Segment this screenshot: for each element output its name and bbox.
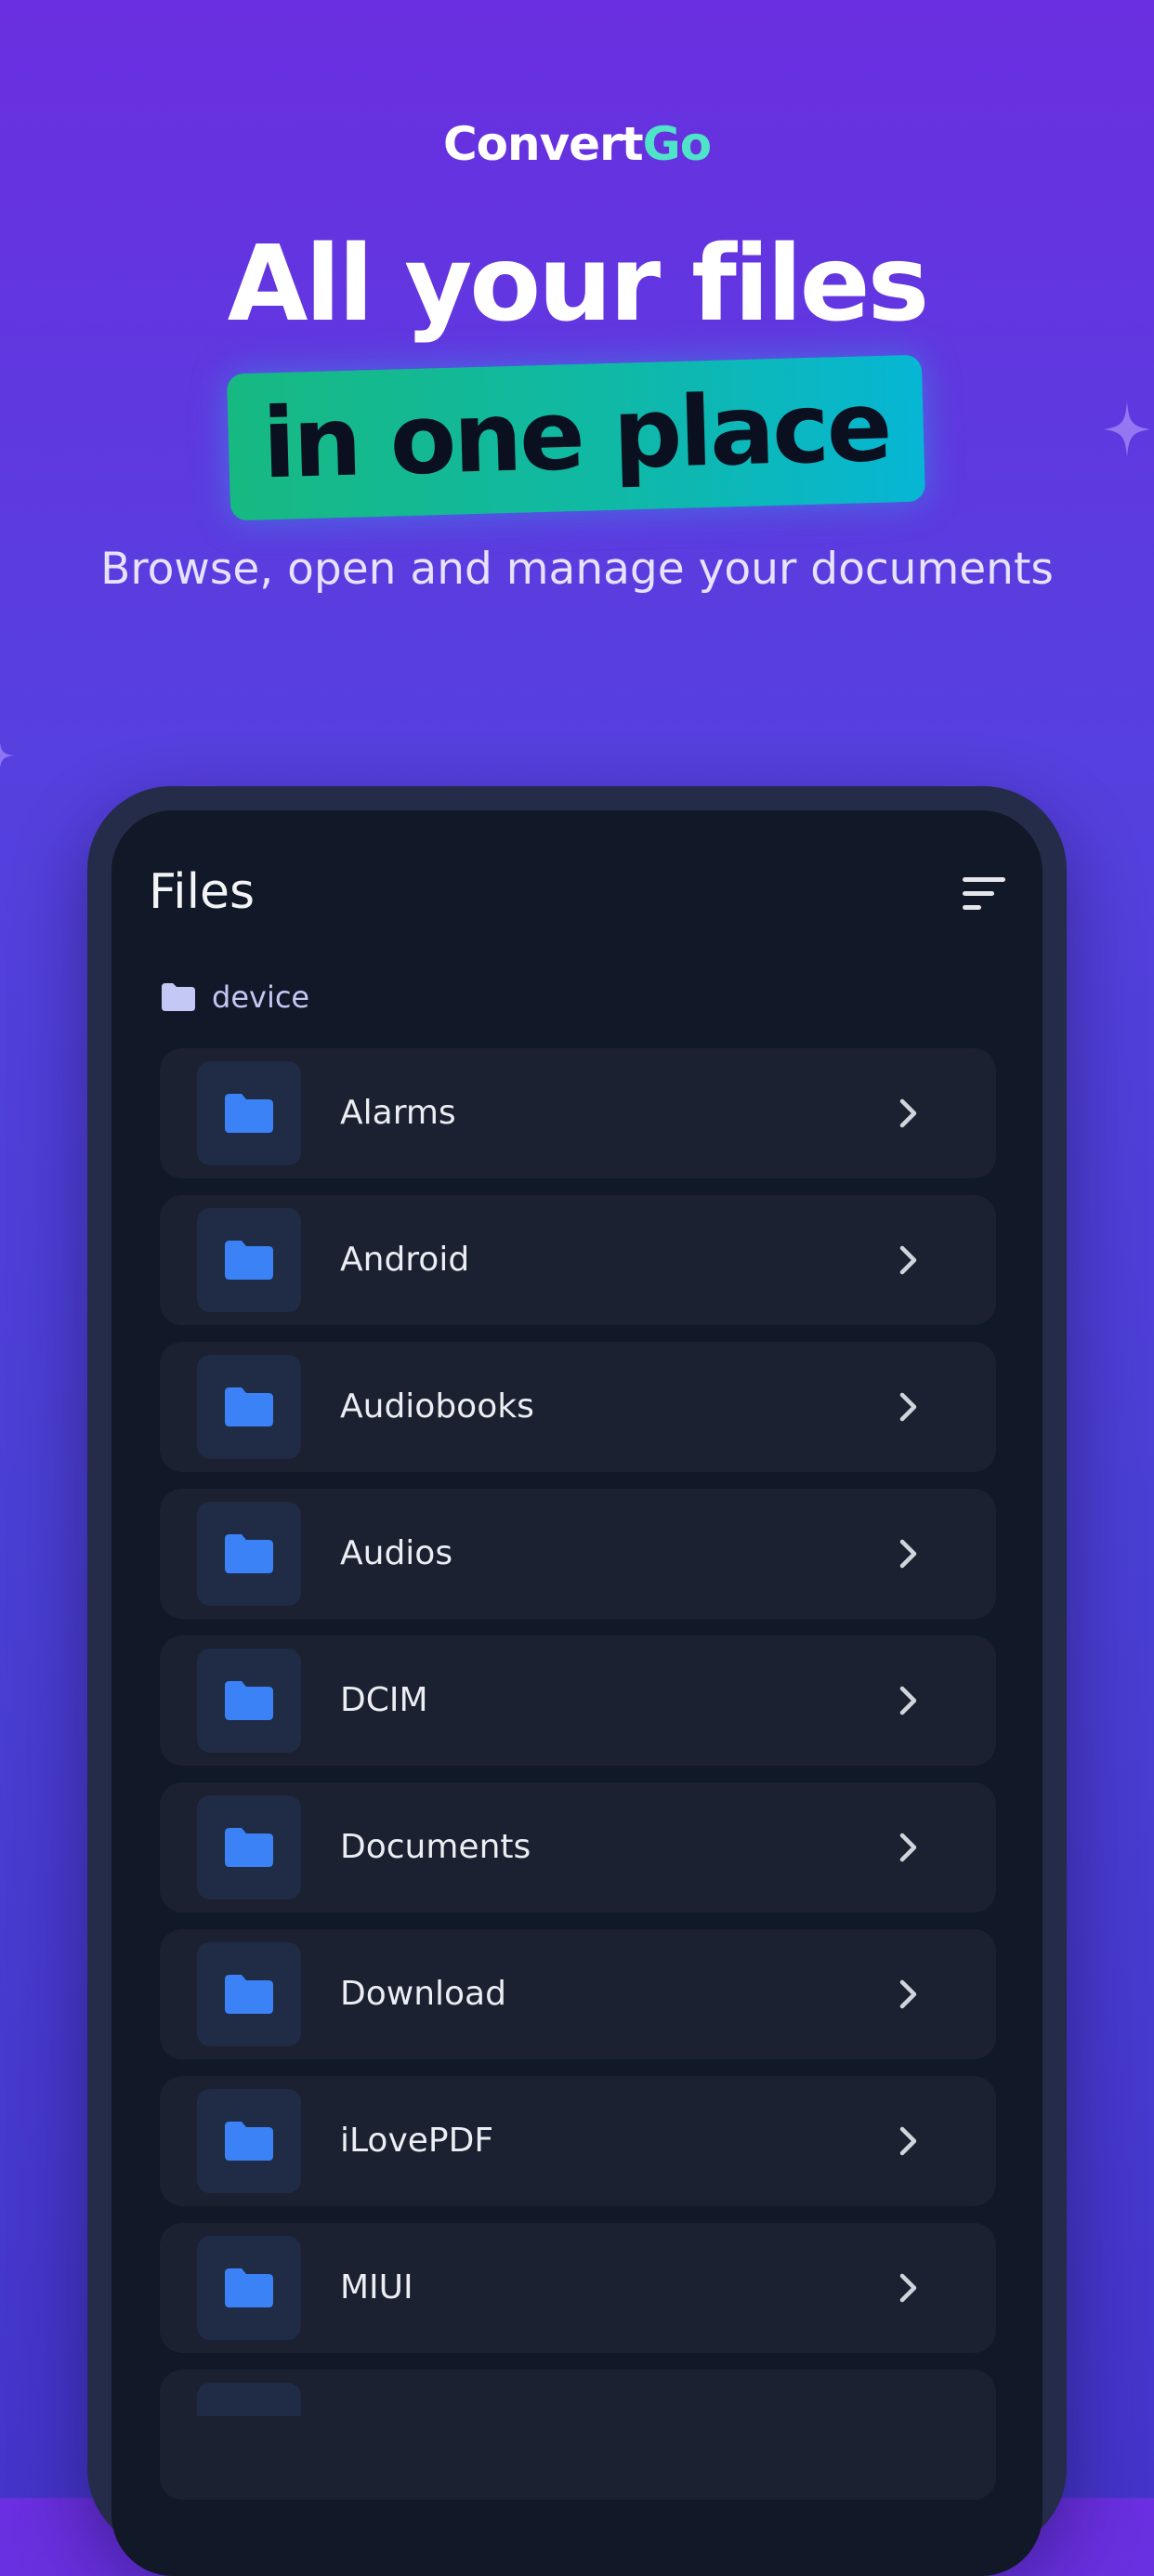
- folder-icon-tile: [197, 2236, 301, 2340]
- folder-icon: [225, 1387, 273, 1426]
- folder-icon-tile: [197, 2383, 301, 2416]
- folder-icon-tile: [197, 1795, 301, 1899]
- list-item[interactable]: Audios: [160, 1489, 996, 1619]
- chevron-right-icon: [899, 1539, 917, 1569]
- sparkle-icon: [1104, 401, 1150, 457]
- folder-icon: [225, 1094, 273, 1133]
- folder-icon-tile: [197, 1649, 301, 1753]
- folder-name: MIUI: [340, 2268, 413, 2307]
- folder-icon: [225, 1681, 273, 1720]
- phone-screen: Files device Alarms Android Audiobooks A…: [111, 810, 1043, 2576]
- folder-icon: [225, 1828, 273, 1867]
- sort-icon[interactable]: [963, 875, 1009, 913]
- folder-icon-tile: [197, 1355, 301, 1459]
- folder-name: DCIM: [340, 1681, 428, 1719]
- folder-icon: [225, 1241, 273, 1280]
- folder-name: iLovePDF: [340, 2122, 494, 2160]
- folder-icon-tile: [197, 2089, 301, 2193]
- list-item[interactable]: MIUI: [160, 2223, 996, 2353]
- chevron-right-icon: [899, 1245, 917, 1275]
- breadcrumb-label: device: [212, 979, 310, 1015]
- breadcrumb[interactable]: device: [162, 979, 309, 1015]
- headline: All your files: [227, 224, 930, 345]
- list-item[interactable]: [160, 2370, 996, 2500]
- folder-icon-tile: [197, 1061, 301, 1165]
- headline-highlight-pill: in one place: [226, 354, 926, 521]
- list-item[interactable]: DCIM: [160, 1636, 996, 1766]
- chevron-right-icon: [899, 1098, 917, 1128]
- list-item[interactable]: Documents: [160, 1782, 996, 1912]
- chevron-right-icon: [899, 1686, 917, 1715]
- folder-name: Audiobooks: [340, 1387, 534, 1426]
- folder-icon: [225, 2122, 273, 2161]
- folder-name: Documents: [340, 1828, 531, 1866]
- chevron-right-icon: [899, 1979, 917, 2009]
- list-item[interactable]: Alarms: [160, 1048, 996, 1178]
- page-title: Files: [149, 864, 256, 920]
- folder-name: Alarms: [340, 1094, 456, 1132]
- list-item[interactable]: Android: [160, 1195, 996, 1325]
- chevron-right-icon: [899, 2126, 917, 2156]
- folder-icon-tile: [197, 1208, 301, 1312]
- folder-icon: [162, 983, 195, 1011]
- brand-name-part1: Convert: [442, 117, 644, 171]
- brand-logo: ConvertGo: [0, 117, 1154, 171]
- list-item[interactable]: Download: [160, 1929, 996, 2059]
- folder-name: Android: [340, 1241, 470, 1279]
- folder-icon-tile: [197, 1502, 301, 1606]
- headline-highlight-text: in one place: [261, 369, 891, 501]
- list-item[interactable]: iLovePDF: [160, 2076, 996, 2206]
- folder-icon: [225, 1975, 273, 2014]
- brand-name-part2: Go: [642, 117, 712, 171]
- folder-icon-tile: [197, 1942, 301, 2046]
- folder-icon: [225, 2268, 273, 2307]
- chevron-right-icon: [899, 1392, 917, 1422]
- folder-icon: [225, 1534, 273, 1573]
- chevron-right-icon: [899, 1833, 917, 1862]
- list-item[interactable]: Audiobooks: [160, 1342, 996, 1472]
- sparkle-icon: [0, 743, 15, 768]
- folder-name: Audios: [340, 1534, 453, 1572]
- chevron-right-icon: [899, 2273, 917, 2303]
- subtitle: Browse, open and manage your documents: [100, 544, 1054, 595]
- folder-name: Download: [340, 1975, 506, 2013]
